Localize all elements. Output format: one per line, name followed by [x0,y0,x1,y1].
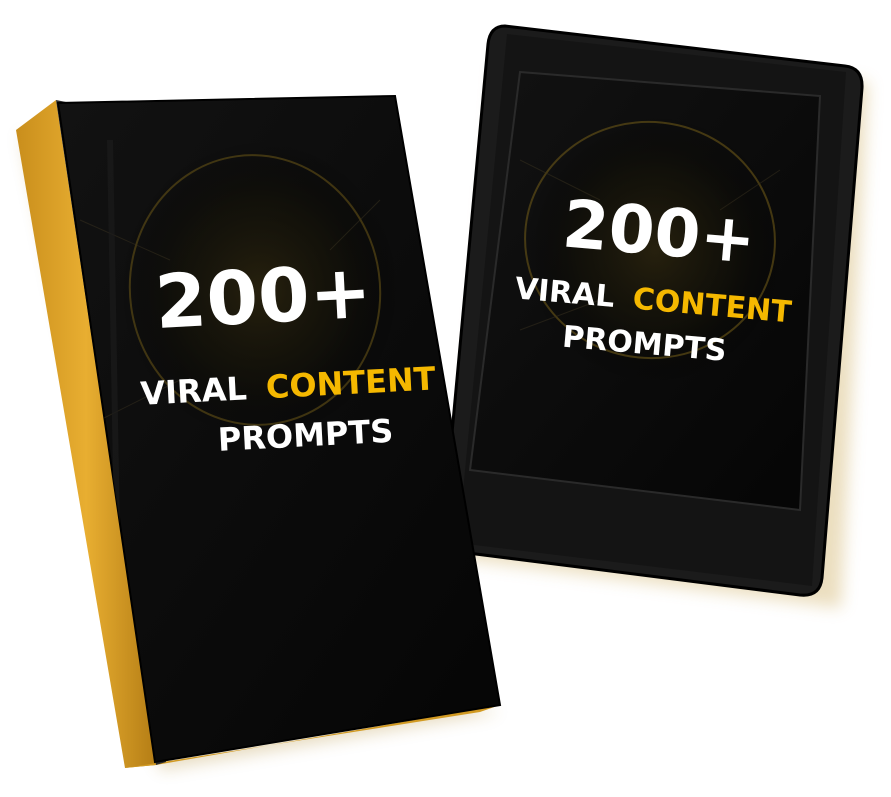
book: 200+ VIRAL CONTENT PROMPTS [16,94,502,770]
product-mockup-scene: 200+ VIRAL CONTENT PROMPTS 200+ VIRAL CO… [16,24,868,770]
book-title-number: 200+ [153,249,374,346]
book-title-viral: VIRAL [139,369,247,413]
tablet-device: 200+ VIRAL CONTENT PROMPTS [441,24,868,608]
